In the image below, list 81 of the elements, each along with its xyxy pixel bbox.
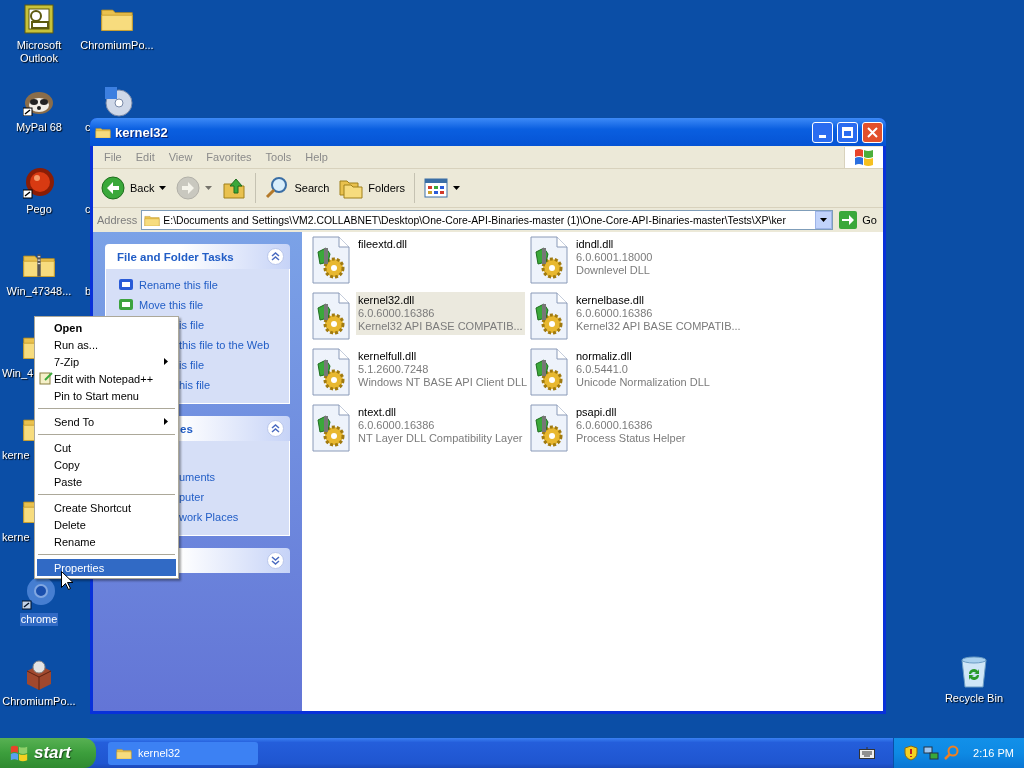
desktop-icon-label[interactable]: kerne (2, 449, 30, 462)
search-icon (265, 176, 290, 200)
go-button[interactable]: Go (837, 211, 879, 229)
caret-icon (820, 218, 828, 222)
folders-button[interactable]: Folders (335, 175, 409, 201)
caret-icon (453, 186, 460, 190)
caret-icon (205, 186, 213, 190)
collapse-icon[interactable] (267, 248, 284, 265)
task-icon (118, 297, 134, 313)
menu-item[interactable]: Properties (37, 559, 176, 576)
folder-icon (144, 213, 161, 227)
file-item[interactable]: normaliz.dll 6.0.5441.0 Unicode Normalization DLL (574, 348, 712, 391)
desktop-icon-label[interactable]: kerne (2, 531, 30, 544)
shield-icon[interactable] (903, 745, 920, 761)
menu-item[interactable]: Create Shortcut (37, 499, 176, 516)
file-item[interactable]: ntext.dll 6.0.6000.16386 NT Layer DLL Compatibility Layer (356, 404, 525, 447)
menu-item[interactable]: Rename (37, 533, 176, 550)
keyboard-icon[interactable] (859, 747, 876, 759)
folder-up-icon (222, 176, 247, 200)
desktop-icon-label[interactable]: Recycle Bin (943, 692, 1004, 705)
clock: 2:16 PM (973, 747, 1014, 759)
submenu-arrow-icon (164, 358, 168, 365)
desktop-icon-label[interactable]: c (84, 203, 92, 216)
file-item[interactable]: kernel32.dll 6.0.6000.16386 Kernel32 API BASE COMPATIB... (356, 292, 525, 335)
caret-icon (159, 186, 167, 190)
file-item[interactable]: kernelbase.dll 6.0.6000.16386 Kernel32 API BASE COMPATIB... (574, 292, 743, 335)
close-button[interactable] (862, 121, 883, 143)
windows-flag-icon (853, 148, 875, 166)
back-button[interactable]: Back (97, 174, 171, 202)
dll-file-icon (530, 348, 568, 396)
task-icon (118, 277, 134, 293)
desktop-icon-label[interactable]: Microsoft Outlook (1, 39, 77, 65)
collapse-icon[interactable] (267, 420, 284, 437)
zip-folder-icon (22, 251, 56, 279)
desktop-icon-label[interactable]: chrome (19, 613, 59, 626)
menu-item[interactable]: Delete (37, 516, 176, 533)
expand-icon[interactable] (267, 552, 284, 569)
file-item[interactable]: idndl.dll 6.0.6001.18000 Downlevel DLL (574, 236, 655, 279)
maximize-button[interactable] (837, 121, 858, 143)
desktop-icon-label[interactable]: ChromiumPo... (79, 39, 155, 52)
folder-icon (116, 746, 132, 760)
address-label: Address (97, 214, 138, 226)
submenu-arrow-icon (164, 418, 168, 425)
file-item[interactable]: fileextd.dll (356, 236, 409, 279)
address-field[interactable]: E:\Documents and Settings\VM2.COLLABNET\Desktop\One-Core-API-Binaries-master (1)\One-Core-API-Binaries-master\Tests\XP\ker (141, 210, 834, 230)
dll-file-icon (530, 404, 568, 452)
desktop-icon-label[interactable]: Win_47348... (5, 285, 73, 298)
window-title: kernel32 (115, 124, 169, 140)
task-link[interactable]: Rename this file (118, 275, 279, 295)
desktop-icon-label[interactable]: Win_4 (2, 367, 34, 380)
windows-flag-icon (9, 744, 29, 762)
file-item[interactable]: psapi.dll 6.0.6000.16386 Process Status Helper (574, 404, 688, 447)
notepad-icon (39, 371, 53, 385)
views-icon (424, 178, 448, 198)
minimize-button[interactable] (812, 121, 833, 143)
taskbar-button[interactable]: kernel32 (108, 741, 258, 765)
desktop-icon-label[interactable]: MyPal 68 (15, 121, 63, 134)
dll-file-icon (530, 292, 568, 340)
minimize-icon (819, 134, 826, 138)
menu-item[interactable]: Cut (37, 439, 176, 456)
task-panel-header[interactable]: File and Folder Tasks (105, 244, 290, 269)
desktop-icon-label[interactable]: c (84, 121, 92, 134)
network-icon[interactable] (923, 745, 940, 761)
dll-file-icon (312, 348, 350, 396)
file-item[interactable]: kernelfull.dll 5.1.2600.7248 Windows NT BASE API Client DLL (356, 348, 530, 391)
task-link[interactable]: Move this file (118, 295, 279, 315)
desktop-icon-label[interactable]: Pego (25, 203, 53, 216)
search-button[interactable]: Search (261, 174, 334, 202)
ball-icon (23, 167, 55, 199)
folders-icon (339, 177, 364, 199)
dll-file-icon (312, 404, 350, 452)
dll-file-icon (312, 236, 350, 284)
folder-icon (95, 125, 111, 139)
close-icon (867, 126, 878, 138)
dll-file-icon (530, 236, 568, 284)
recycle-bin-icon (958, 656, 989, 688)
dll-file-icon (312, 292, 350, 340)
envelope-clock-icon (24, 4, 54, 34)
desktop-icon-label[interactable]: ChromiumPo... (1, 695, 77, 708)
maximize-icon (842, 126, 853, 138)
menu-item[interactable]: Pin to Start menu (37, 387, 176, 404)
